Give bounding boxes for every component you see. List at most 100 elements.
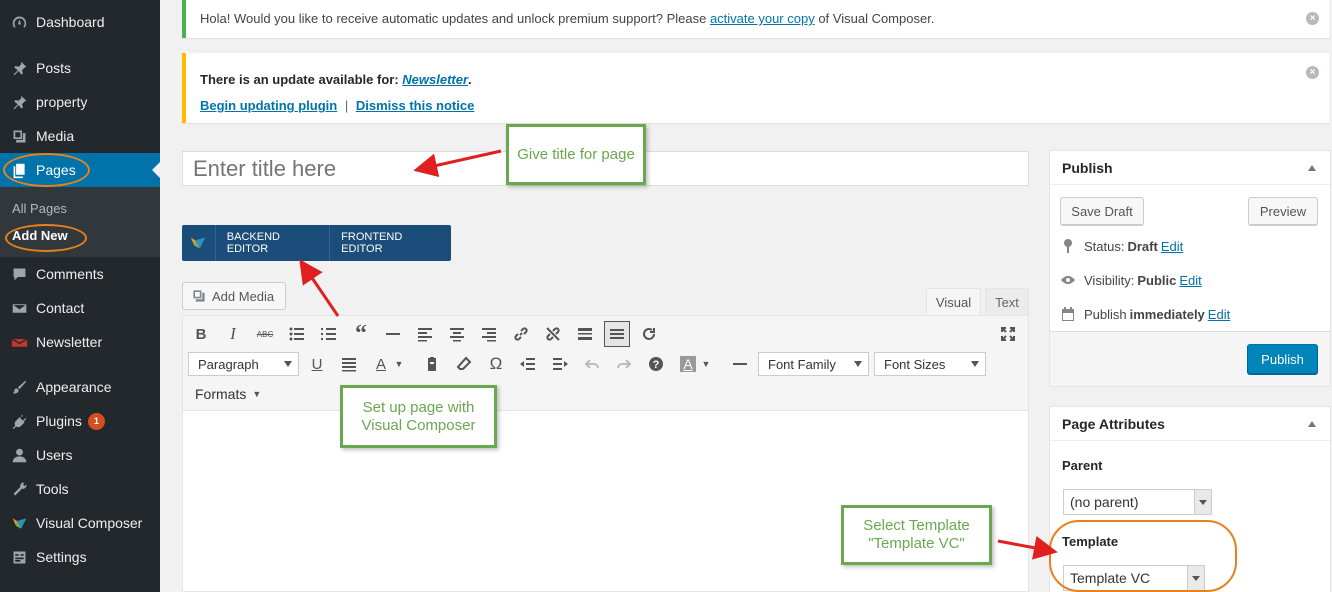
blockquote-icon[interactable]: “ [348,321,374,347]
sidebar-item-appearance[interactable]: Appearance [0,370,160,404]
publish-box-header[interactable]: Publish [1050,151,1330,185]
sidebar-item-media[interactable]: Media [0,119,160,153]
edit-publish-date-link[interactable]: Edit [1208,307,1230,322]
activate-copy-link[interactable]: activate your copy [710,11,815,26]
chevron-down-icon[interactable]: ▼ [392,351,406,377]
dismiss-icon[interactable]: × [1306,66,1319,79]
users-icon [10,446,28,464]
strikethrough-icon[interactable]: ABC [252,321,278,347]
outdent-icon[interactable] [515,351,541,377]
italic-icon[interactable]: I [220,321,246,347]
align-right-icon[interactable] [476,321,502,347]
bullet-list-icon[interactable] [284,321,310,347]
collapse-icon[interactable] [1308,165,1316,171]
tab-text[interactable]: Text [985,288,1029,316]
sidebar-item-posts[interactable]: Posts [0,51,160,85]
tab-visual[interactable]: Visual [926,288,981,316]
sidebar-item-contact[interactable]: Contact [0,291,160,325]
horizontal-rule-icon[interactable] [727,351,753,377]
edit-visibility-link[interactable]: Edit [1179,273,1201,288]
dismiss-notice-link[interactable]: Dismiss this notice [356,98,474,113]
underline-icon[interactable]: U [304,351,330,377]
clear-formatting-icon[interactable] [451,351,477,377]
bold-icon[interactable]: B [188,321,214,347]
publish-date-row: Publish immediately Edit [1060,306,1230,322]
admin-sidebar: Dashboard Posts property Media Pages All… [0,0,160,592]
fullscreen-icon[interactable] [995,321,1021,347]
formats-menu[interactable]: Formats ▼ [195,386,261,402]
redo-icon[interactable] [611,351,637,377]
background-color-icon[interactable]: A [675,351,701,377]
visibility-row: Visibility: Public Edit [1060,272,1202,288]
undo-icon[interactable] [579,351,605,377]
sidebar-item-comments[interactable]: Comments [0,257,160,291]
link-icon[interactable] [508,321,534,347]
save-draft-button[interactable]: Save Draft [1060,197,1144,225]
sidebar-item-users[interactable]: Users [0,438,160,472]
page-attributes-header[interactable]: Page Attributes [1050,407,1330,441]
parent-select[interactable]: (no parent) [1063,489,1212,515]
notice-text-end: of Visual Composer. [814,11,935,26]
align-left-icon[interactable] [412,321,438,347]
submenu-add-new[interactable]: Add New [12,228,68,243]
notice-text: Hola! Would you like to receive automati… [200,11,934,26]
begin-updating-link[interactable]: Begin updating plugin [200,98,337,113]
font-family-value: Font Family [768,356,836,372]
numbered-list-icon[interactable] [316,321,342,347]
sidebar-item-label: Media [36,128,75,144]
eye-icon [1061,276,1075,284]
text-color-icon[interactable]: A [368,351,394,377]
sidebar-item-visual-composer[interactable]: Visual Composer [0,506,160,540]
vc-logo-icon[interactable] [182,225,216,261]
justify-icon[interactable] [336,351,362,377]
media-icon [10,127,28,145]
font-family-select[interactable]: Font Family [758,352,869,376]
backend-editor-button[interactable]: BACKEND EDITOR [216,225,331,261]
callout-visual-composer: Set up page with Visual Composer [340,385,497,448]
sidebar-item-pages[interactable]: Pages [0,153,160,187]
newsletter-plugin-link[interactable]: Newsletter [402,72,468,87]
dismiss-icon[interactable]: × [1306,12,1319,25]
unlink-icon[interactable] [540,321,566,347]
vc-refresh-icon[interactable] [636,321,662,347]
help-icon[interactable]: ? [643,351,669,377]
add-media-label: Add Media [212,288,275,304]
publish-button[interactable]: Publish [1247,344,1318,374]
edit-status-link[interactable]: Edit [1161,239,1183,254]
sidebar-item-tools[interactable]: Tools [0,472,160,506]
chevron-down-icon [1194,490,1211,514]
toolbar-toggle-icon[interactable] [604,321,630,347]
read-more-icon[interactable] [572,321,598,347]
paragraph-select[interactable]: Paragraph [188,352,299,376]
sidebar-item-plugins[interactable]: Plugins 1 [0,404,160,438]
add-media-icon [191,288,207,304]
brush-icon [10,378,28,396]
indent-icon[interactable] [547,351,573,377]
vc-activation-notice: Hola! Would you like to receive automati… [182,0,1329,38]
sidebar-item-property[interactable]: property [0,85,160,119]
plugin-update-notice: There is an update available for: Newsle… [182,53,1329,123]
template-select[interactable]: Template VC [1063,565,1205,591]
update-actions: Begin updating plugin | Dismiss this not… [200,98,474,113]
sidebar-item-newsletter[interactable]: Newsletter [0,325,160,359]
sidebar-item-label: Tools [36,481,69,497]
pin-icon [10,93,28,111]
collapse-icon[interactable] [1308,421,1316,427]
special-character-icon[interactable]: Ω [483,351,509,377]
sidebar-item-settings[interactable]: Settings [0,540,160,574]
sidebar-item-label: Visual Composer [36,515,143,531]
frontend-editor-button[interactable]: FRONTEND EDITOR [330,225,451,261]
sidebar-item-dashboard[interactable]: Dashboard [0,5,160,39]
align-center-icon[interactable] [444,321,470,347]
add-media-button[interactable]: Add Media [182,282,286,310]
settings-icon [10,548,28,566]
pages-submenu: All Pages Add New [0,187,160,257]
horizontal-line-icon[interactable] [380,321,406,347]
font-sizes-select[interactable]: Font Sizes [874,352,986,376]
sidebar-item-label: Contact [36,300,85,316]
chevron-down-icon [1187,566,1204,590]
submenu-all-pages[interactable]: All Pages [12,201,67,216]
chevron-down-icon[interactable]: ▼ [699,351,713,377]
paste-text-icon[interactable] [419,351,445,377]
preview-button[interactable]: Preview [1248,197,1318,225]
